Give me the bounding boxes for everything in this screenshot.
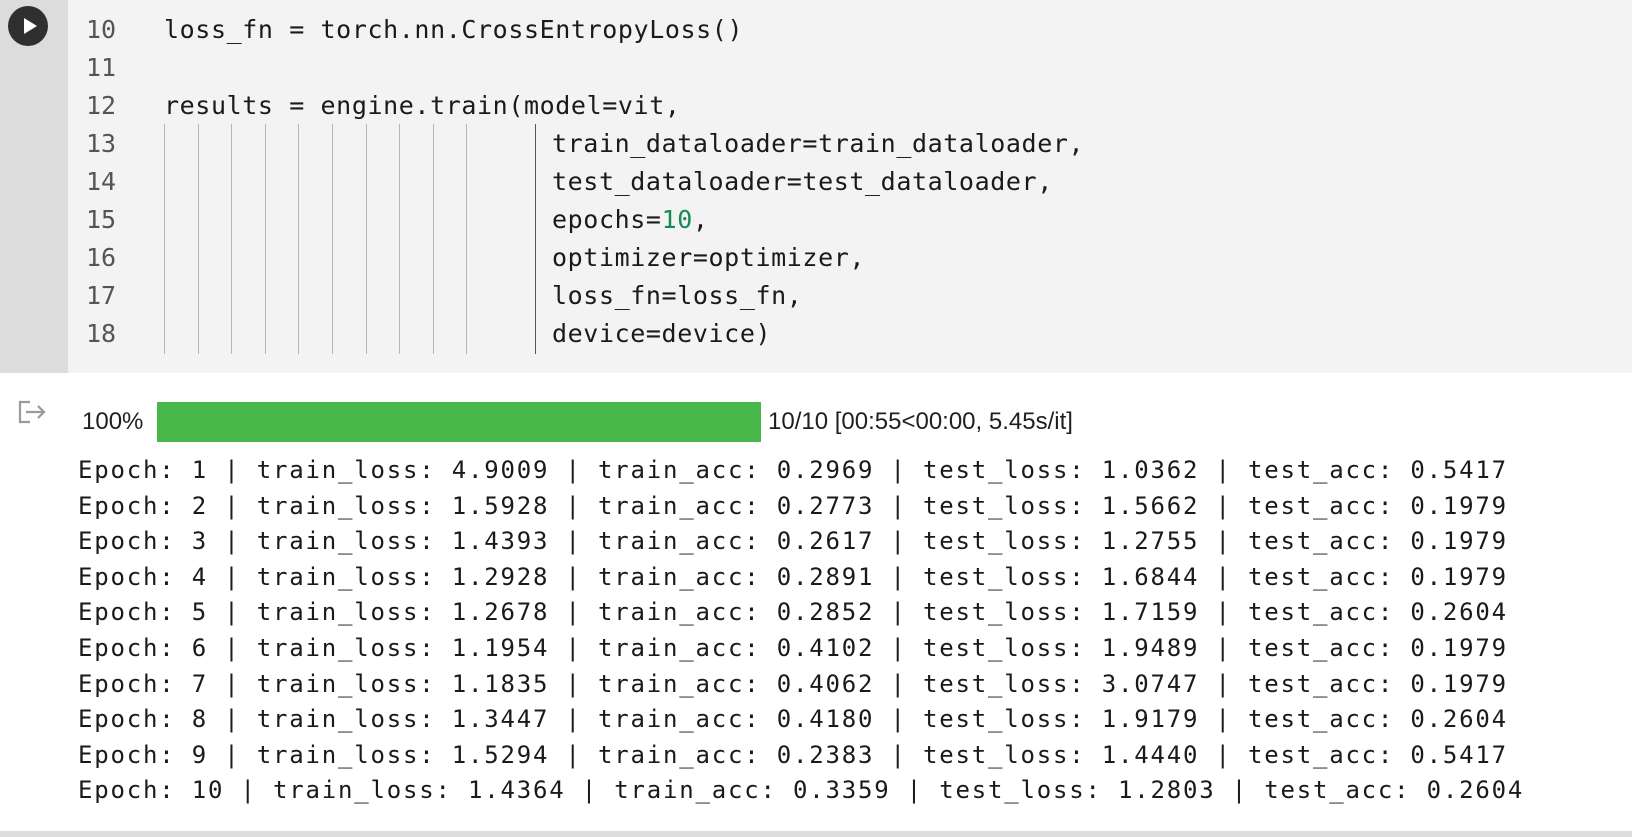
training-log: Epoch: 1 | train_loss: 4.9009 | train_ac… bbox=[78, 453, 1524, 809]
code-cell[interactable]: 10 loss_fn = torch.nn.CrossEntropyLoss()… bbox=[0, 0, 1632, 373]
code-line: 10 loss_fn = torch.nn.CrossEntropyLoss() bbox=[68, 11, 1632, 49]
progress-stats: 10/10 [00:55<00:00, 5.45s/it] bbox=[768, 408, 1073, 435]
log-line: Epoch: 8 | train_loss: 1.3447 | train_ac… bbox=[78, 705, 1508, 734]
cell-gutter bbox=[0, 0, 68, 373]
code-line: 16 optimizer=optimizer, bbox=[68, 239, 1632, 277]
progress-bar bbox=[157, 402, 761, 442]
log-line: Epoch: 10 | train_loss: 1.4364 | train_a… bbox=[78, 776, 1525, 805]
log-line: Epoch: 5 | train_loss: 1.2678 | train_ac… bbox=[78, 598, 1508, 627]
cell-divider bbox=[0, 831, 1632, 837]
play-icon bbox=[24, 18, 37, 34]
run-cell-button[interactable] bbox=[8, 6, 48, 46]
log-line: Epoch: 6 | train_loss: 1.1954 | train_ac… bbox=[78, 633, 1508, 662]
line-number: 11 bbox=[86, 53, 117, 82]
number-literal: 10 bbox=[661, 205, 693, 234]
line-number: 15 bbox=[86, 205, 117, 234]
code-editor[interactable]: 10 loss_fn = torch.nn.CrossEntropyLoss()… bbox=[68, 0, 1632, 373]
code-text: optimizer=optimizer, bbox=[552, 243, 866, 272]
line-number: 14 bbox=[86, 167, 117, 196]
line-number: 13 bbox=[86, 129, 117, 158]
code-line: 15 epochs=10, bbox=[68, 201, 1632, 239]
line-number: 12 bbox=[86, 91, 117, 120]
line-number: 10 bbox=[86, 15, 117, 44]
line-number: 16 bbox=[86, 243, 117, 272]
code-text: test_dataloader=test_dataloader, bbox=[552, 167, 1053, 196]
code-text: train_dataloader=train_dataloader, bbox=[552, 129, 1085, 158]
code-line: 18 device=device) bbox=[68, 315, 1632, 353]
progress-percent: 100% bbox=[82, 408, 144, 435]
code-line: 12 results = engine.train(model=vit, bbox=[68, 87, 1632, 125]
code-text: loss_fn=loss_fn, bbox=[552, 281, 803, 310]
code-line: 17 loss_fn=loss_fn, bbox=[68, 277, 1632, 315]
log-line: Epoch: 7 | train_loss: 1.1835 | train_ac… bbox=[78, 669, 1508, 698]
output-redirect-icon[interactable] bbox=[16, 398, 48, 426]
line-number: 18 bbox=[86, 319, 117, 348]
code-text: results = engine.train(model=vit, bbox=[164, 91, 681, 120]
code-text: device=device) bbox=[552, 319, 772, 348]
code-token: epochs= bbox=[552, 205, 662, 234]
code-text: epochs=10, bbox=[552, 201, 709, 239]
code-line: 13 train_dataloader=train_dataloader, bbox=[68, 125, 1632, 163]
code-line: 11 bbox=[68, 49, 1632, 87]
code-text: loss_fn = torch.nn.CrossEntropyLoss() bbox=[164, 15, 744, 44]
progress-bar-fill bbox=[157, 402, 761, 442]
line-number: 17 bbox=[86, 281, 117, 310]
log-line: Epoch: 3 | train_loss: 1.4393 | train_ac… bbox=[78, 527, 1508, 556]
log-line: Epoch: 1 | train_loss: 4.9009 | train_ac… bbox=[78, 456, 1508, 484]
log-line: Epoch: 9 | train_loss: 1.5294 | train_ac… bbox=[78, 740, 1508, 769]
code-token: , bbox=[692, 205, 709, 234]
log-line: Epoch: 4 | train_loss: 1.2928 | train_ac… bbox=[78, 562, 1508, 591]
log-line: Epoch: 2 | train_loss: 1.5928 | train_ac… bbox=[78, 491, 1508, 520]
code-line: 14 test_dataloader=test_dataloader, bbox=[68, 163, 1632, 201]
